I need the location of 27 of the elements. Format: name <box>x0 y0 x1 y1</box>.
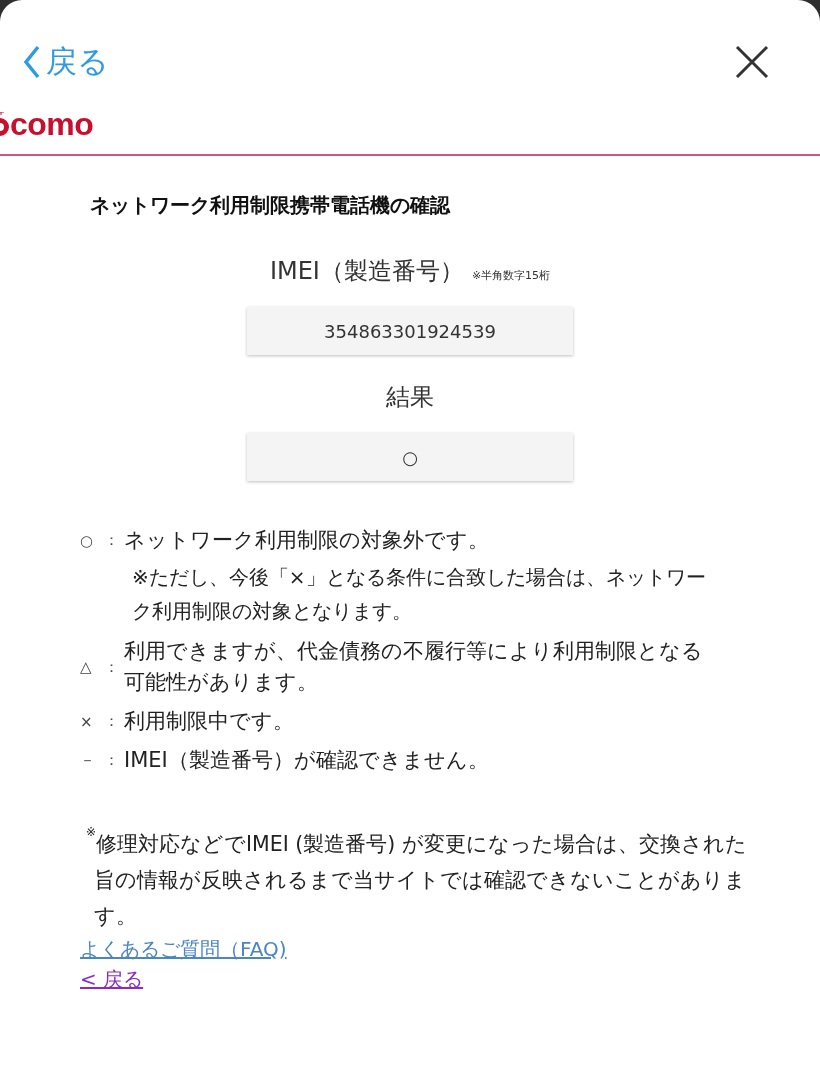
legend-note: ※ただし、今後「×」となる条件に合致した場合は、ネットワーク利用制限の対象となります。 <box>132 564 707 625</box>
chevron-left-icon <box>22 45 42 79</box>
legend-symbol: × <box>80 712 94 731</box>
field-note: ※半角数字15桁 <box>471 268 551 283</box>
legend-text: ネットワーク利用制限の対象外です。 <box>124 527 489 554</box>
faq-link[interactable]: よくあるご質問（FAQ) <box>80 934 287 964</box>
legend-colon: ： <box>104 751 120 770</box>
back-link[interactable]: 戻る <box>22 41 109 83</box>
page-title: ネットワーク利用制限携帯電話機の確認 <box>90 192 452 219</box>
legend-colon: ： <box>104 531 120 550</box>
value-box: 354863301924539 <box>247 307 573 355</box>
legend-symbol: ○ <box>80 531 95 550</box>
legend-colon: ： <box>104 657 120 677</box>
legend-text: IMEI（製造番号）が確認できません。 <box>124 747 489 774</box>
legend-text: 利用できますが、代金債務の不履行等により利用制限となる 可能性があります。 <box>124 638 703 696</box>
legend-text: 利用制限中です。 <box>124 708 294 735</box>
legend-symbol: － <box>80 751 96 770</box>
legend-colon: ： <box>104 712 120 731</box>
brand-logo: como <box>10 108 94 140</box>
legend-symbol: △ <box>80 658 93 676</box>
value-box: ○ <box>247 433 573 481</box>
logo-mark-icon <box>0 112 10 136</box>
field-label: 結果 <box>386 382 434 413</box>
back-text-link[interactable]: < 戻る <box>80 964 144 994</box>
footnote-text: $^{※}$修理対応などでIMEI (製造番号) が変更になった場合は、交換された旨の情報が反映されるまで当サイトでは確認できないことがあります。 <box>86 826 748 930</box>
field-label: IMEI（製造番号） <box>269 256 464 287</box>
close-button[interactable] <box>734 44 770 80</box>
